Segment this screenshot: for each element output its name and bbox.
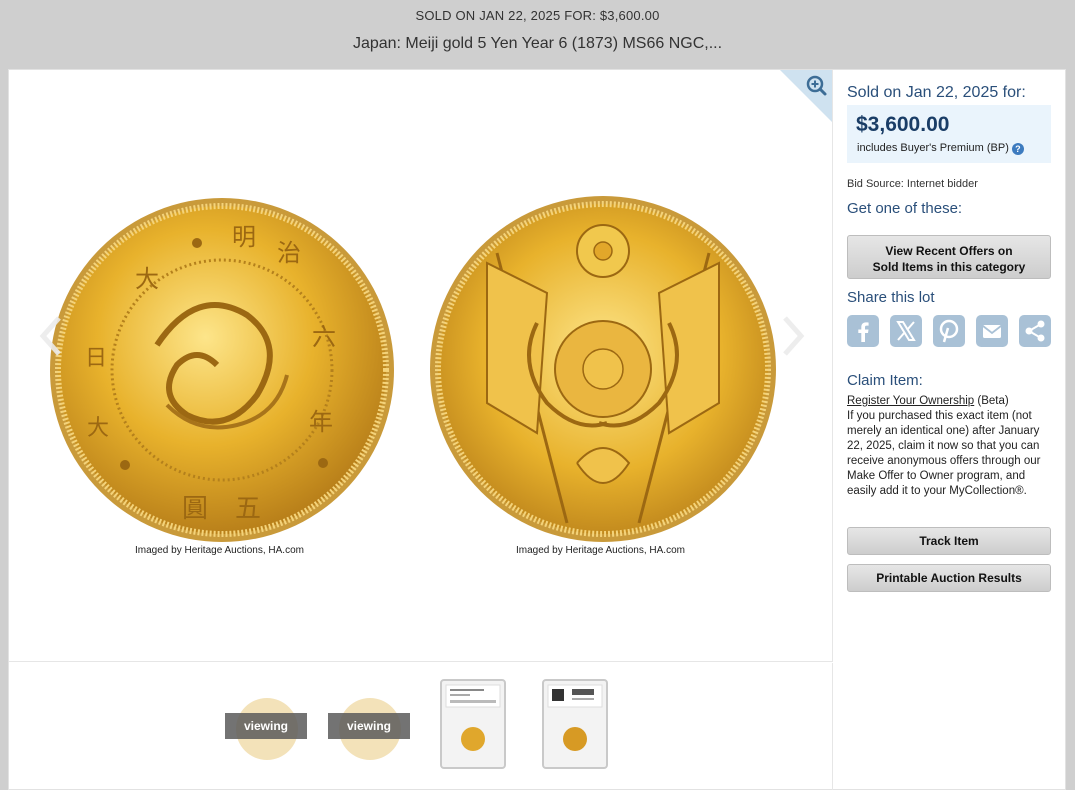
thumbnail-reverse[interactable]: viewing — [328, 679, 410, 769]
facebook-icon[interactable] — [847, 315, 879, 347]
svg-text:大: 大 — [135, 265, 159, 293]
coin-obverse-image[interactable]: 大 明 治 六 年 圓 五 日 大 — [47, 195, 397, 545]
svg-text:圓: 圓 — [182, 494, 208, 524]
lot-panel: 大 明 治 六 年 圓 五 日 大 Imaged by Heritage Auc… — [8, 69, 1066, 790]
page-header: SOLD ON JAN 22, 2025 FOR: $3,600.00 Japa… — [0, 0, 1075, 68]
viewing-badge: viewing — [328, 713, 410, 739]
pinterest-icon[interactable] — [933, 315, 965, 347]
offers-button-line1: View Recent Offers on — [885, 244, 1013, 258]
svg-text:明: 明 — [232, 223, 256, 251]
thumbnail-slab-back[interactable] — [542, 679, 608, 769]
offers-button-line2: Sold Items in this category — [872, 260, 1026, 274]
buyers-premium-note: includes Buyer's Premium (BP)? — [857, 142, 1024, 155]
svg-text:日: 日 — [85, 346, 107, 371]
share-buttons — [847, 315, 1057, 349]
slab-thumbnail-image — [440, 679, 506, 769]
svg-text:五: 五 — [235, 494, 261, 524]
register-ownership-link[interactable]: Register Your Ownership — [847, 395, 974, 407]
get-one-heading: Get one of these: — [847, 200, 963, 217]
email-icon[interactable] — [976, 315, 1008, 347]
track-item-button[interactable]: Track Item — [847, 527, 1051, 555]
image-credit: Imaged by Heritage Auctions, HA.com — [516, 545, 685, 556]
chevron-left-icon[interactable] — [37, 314, 65, 358]
svg-text:六: 六 — [312, 323, 336, 351]
claim-body: If you purchased this exact item (not me… — [847, 410, 1041, 497]
sold-on-label: Sold on Jan 22, 2025 for: — [847, 84, 1026, 101]
share-heading: Share this lot — [847, 289, 935, 306]
thumbnail-strip: viewing viewing — [9, 663, 833, 790]
help-icon[interactable]: ? — [1011, 143, 1024, 155]
lot-title: Japan: Meiji gold 5 Yen Year 6 (1873) MS… — [352, 35, 723, 52]
viewing-badge: viewing — [225, 713, 307, 739]
claim-description: Register Your Ownership (Beta) If you pu… — [847, 394, 1051, 499]
zoom-in-icon[interactable] — [780, 70, 832, 122]
svg-text:大: 大 — [87, 416, 109, 441]
image-credit: Imaged by Heritage Auctions, HA.com — [135, 545, 304, 556]
image-viewer: 大 明 治 六 年 圓 五 日 大 Imaged by Heritage Auc… — [9, 70, 833, 662]
bp-text: includes Buyer's Premium (BP) — [857, 142, 1009, 154]
printable-results-button[interactable]: Printable Auction Results — [847, 564, 1051, 592]
sold-price: $3,600.00 — [856, 113, 950, 136]
svg-text:年: 年 — [309, 408, 333, 436]
view-recent-offers-button[interactable]: View Recent Offers on Sold Items in this… — [847, 235, 1051, 279]
beta-tag: (Beta) — [974, 395, 1009, 407]
bid-source: Bid Source: Internet bidder — [847, 178, 978, 190]
thumbnail-obverse[interactable]: viewing — [225, 679, 307, 769]
coin-reverse-image[interactable] — [427, 193, 779, 545]
share-icon[interactable] — [1019, 315, 1051, 347]
sold-summary: SOLD ON JAN 22, 2025 FOR: $3,600.00 — [415, 8, 660, 23]
x-icon[interactable] — [890, 315, 922, 347]
price-box: $3,600.00 includes Buyer's Premium (BP)? — [847, 105, 1051, 163]
thumbnail-slab-front[interactable] — [440, 679, 506, 769]
chevron-right-icon[interactable] — [779, 314, 807, 358]
slab-thumbnail-image — [542, 679, 608, 769]
svg-text:治: 治 — [277, 239, 301, 267]
claim-heading: Claim Item: — [847, 372, 923, 389]
